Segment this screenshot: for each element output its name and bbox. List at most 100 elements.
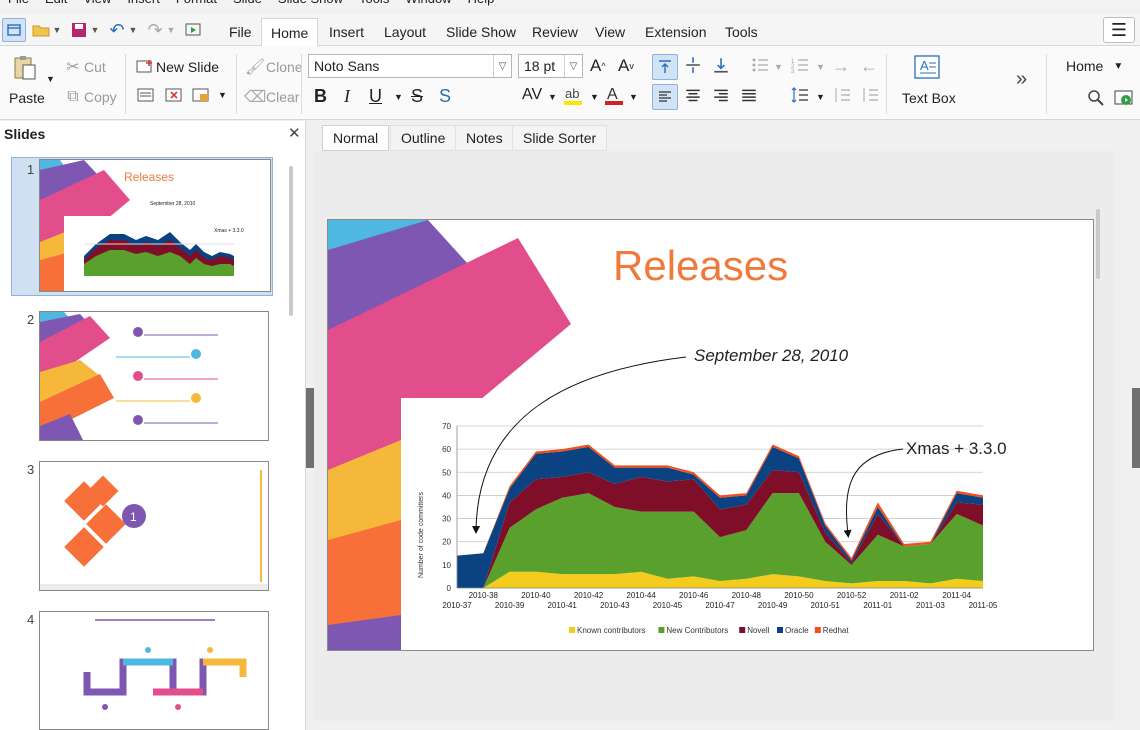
shadow-icon[interactable]: S bbox=[439, 86, 451, 107]
slideshow-start-icon[interactable] bbox=[182, 18, 204, 42]
numbered-list-icon[interactable]: 123 bbox=[790, 56, 810, 74]
decrease-paragraph-spacing-icon[interactable] bbox=[860, 86, 880, 104]
text-box-label[interactable]: Text Box bbox=[902, 90, 956, 106]
strikethrough-icon[interactable]: S bbox=[411, 86, 423, 107]
increase-paragraph-spacing-icon[interactable] bbox=[832, 86, 852, 104]
menu-view[interactable]: View bbox=[75, 0, 119, 8]
view-tab-outline[interactable]: Outline bbox=[390, 125, 457, 151]
shrink-font-icon[interactable]: Av bbox=[618, 56, 634, 76]
tab-file[interactable]: File bbox=[220, 18, 261, 46]
clone-formatting-button[interactable]: 🖌 Clone bbox=[244, 56, 303, 78]
undo-icon[interactable]: ↶ bbox=[106, 18, 128, 42]
slide-thumbnail-4[interactable] bbox=[39, 611, 269, 730]
menu-hamburger-button[interactable]: ☰ bbox=[1103, 17, 1135, 43]
redo-dropdown-icon[interactable]: ▼ bbox=[166, 18, 176, 42]
open-dropdown-icon[interactable]: ▼ bbox=[52, 18, 62, 42]
line-spacing-icon[interactable] bbox=[790, 86, 810, 104]
font-color-icon[interactable]: A bbox=[603, 84, 625, 106]
close-icon[interactable]: ✕ bbox=[288, 124, 301, 142]
slide-properties-icon[interactable] bbox=[191, 86, 211, 104]
tab-view[interactable]: View bbox=[586, 18, 634, 46]
slide-1-editor[interactable]: Releases 0 10 20 30 40 50 60 70 Number of code c… bbox=[327, 219, 1094, 651]
slide-canvas[interactable]: Releases 0 10 20 30 40 50 60 70 Number of code c… bbox=[314, 151, 1114, 721]
spacing-dropdown-icon[interactable]: ▼ bbox=[548, 92, 557, 102]
menu-window[interactable]: Window bbox=[397, 0, 459, 8]
menu-insert[interactable]: Insert bbox=[119, 0, 168, 8]
start-center-icon[interactable] bbox=[2, 18, 26, 42]
bold-icon[interactable]: B bbox=[314, 86, 327, 107]
chevron-down-icon[interactable]: ▽ bbox=[493, 55, 511, 77]
menu-file[interactable]: File bbox=[0, 0, 37, 8]
underline-dropdown-icon[interactable]: ▼ bbox=[394, 92, 403, 102]
menu-slide[interactable]: Slide bbox=[225, 0, 270, 8]
tab-review[interactable]: Review bbox=[523, 18, 587, 46]
copy-button[interactable]: ⧉ Copy bbox=[62, 86, 116, 108]
tab-insert[interactable]: Insert bbox=[320, 18, 373, 46]
tab-extension[interactable]: Extension bbox=[636, 18, 715, 46]
bullet-dropdown-icon[interactable]: ▼ bbox=[774, 62, 783, 72]
font-size-combobox[interactable]: 18 pt ▽ bbox=[518, 54, 583, 78]
menu-slide-show[interactable]: Slide Show bbox=[270, 0, 351, 8]
slide-thumbnail-1[interactable]: Releases September 28, 2010 Xmas + 3.3.0 bbox=[39, 159, 271, 292]
chevron-down-icon[interactable]: ▽ bbox=[564, 55, 582, 77]
slide-thumbnail-2[interactable] bbox=[39, 311, 269, 441]
align-top-icon[interactable] bbox=[652, 54, 678, 80]
cut-button[interactable]: ✂ Cut bbox=[62, 56, 106, 78]
font-color-dropdown-icon[interactable]: ▼ bbox=[629, 92, 638, 102]
align-right-icon[interactable] bbox=[712, 87, 730, 105]
tab-tools[interactable]: Tools bbox=[716, 18, 767, 46]
save-icon[interactable] bbox=[68, 18, 90, 42]
tab-layout[interactable]: Layout bbox=[375, 18, 435, 46]
align-middle-icon[interactable] bbox=[684, 56, 702, 74]
start-presentation-icon[interactable] bbox=[1114, 88, 1134, 108]
chart-object[interactable]: 0 10 20 30 40 50 60 70 Number of code committers… bbox=[401, 398, 1093, 650]
decrease-indent-icon[interactable]: ← bbox=[860, 56, 878, 77]
tab-home[interactable]: Home bbox=[261, 18, 319, 47]
view-tab-normal[interactable]: Normal bbox=[322, 125, 390, 151]
numbering-dropdown-icon[interactable]: ▼ bbox=[816, 62, 825, 72]
paste-dropdown-icon[interactable]: ▼ bbox=[46, 74, 55, 84]
paste-icon[interactable] bbox=[12, 54, 38, 82]
slide-properties-dropdown-icon[interactable]: ▼ bbox=[218, 90, 227, 100]
character-spacing-icon[interactable]: AV bbox=[522, 86, 542, 104]
grow-font-icon[interactable]: A ^ bbox=[590, 56, 606, 76]
slide-layout-icon[interactable] bbox=[136, 86, 156, 104]
panel-collapse-handle-left[interactable] bbox=[306, 388, 314, 468]
view-tab-notes[interactable]: Notes bbox=[455, 125, 514, 151]
align-left-icon[interactable] bbox=[652, 84, 678, 110]
undo-dropdown-icon[interactable]: ▼ bbox=[128, 18, 138, 42]
italic-icon[interactable]: I bbox=[344, 86, 350, 107]
redo-icon[interactable]: ↷ bbox=[144, 18, 166, 42]
underline-icon[interactable]: U bbox=[369, 86, 382, 107]
menu-edit[interactable]: Edit bbox=[37, 0, 75, 8]
paste-button[interactable]: Paste bbox=[9, 90, 45, 106]
highlight-dropdown-icon[interactable]: ▼ bbox=[590, 92, 599, 102]
annotation-september[interactable]: September 28, 2010 bbox=[694, 346, 848, 366]
tab-slide-show[interactable]: Slide Show bbox=[437, 18, 525, 46]
view-tab-slide-sorter[interactable]: Slide Sorter bbox=[512, 125, 608, 151]
menu-format[interactable]: Format bbox=[168, 0, 225, 8]
slide-thumbnail-3[interactable]: 1 bbox=[39, 461, 269, 591]
slides-scrollbar[interactable] bbox=[289, 166, 293, 316]
justify-icon[interactable] bbox=[740, 87, 758, 105]
annotation-xmas[interactable]: Xmas + 3.3.0 bbox=[906, 439, 1007, 459]
delete-slide-icon[interactable] bbox=[164, 86, 184, 104]
text-box-icon[interactable]: A bbox=[913, 54, 941, 80]
open-folder-icon[interactable] bbox=[30, 18, 52, 42]
panel-collapse-handle-right[interactable] bbox=[1132, 388, 1140, 468]
new-slide-button[interactable]: New Slide bbox=[134, 56, 219, 78]
save-dropdown-icon[interactable]: ▼ bbox=[90, 18, 100, 42]
home-menu-button[interactable]: Home ▼ bbox=[1066, 58, 1123, 74]
bullet-list-icon[interactable] bbox=[750, 56, 770, 74]
highlight-color-icon[interactable]: ab bbox=[562, 84, 584, 106]
menu-tools[interactable]: Tools bbox=[351, 0, 397, 8]
font-name-combobox[interactable]: Noto Sans ▽ bbox=[308, 54, 512, 78]
canvas-scrollbar[interactable] bbox=[1096, 209, 1100, 279]
more-options-button[interactable]: » bbox=[1016, 68, 1027, 91]
clear-formatting-button[interactable]: ⌫ Clear bbox=[244, 86, 300, 108]
slide-title[interactable]: Releases bbox=[613, 242, 788, 290]
line-spacing-dropdown-icon[interactable]: ▼ bbox=[816, 92, 825, 102]
align-bottom-icon[interactable] bbox=[712, 56, 730, 74]
find-replace-icon[interactable] bbox=[1086, 88, 1106, 108]
increase-indent-icon[interactable]: → bbox=[832, 56, 850, 77]
